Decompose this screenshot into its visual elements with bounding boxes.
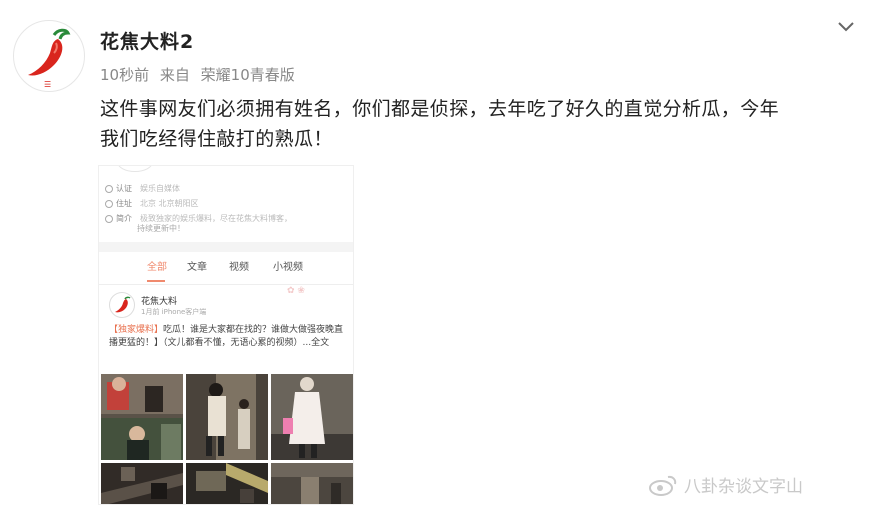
weibo-logo-icon xyxy=(648,474,678,501)
verify-icon xyxy=(105,184,113,193)
profile-avatar-edge xyxy=(117,166,153,172)
post-source[interactable]: 荣耀10青春版 xyxy=(201,66,295,84)
info-icon xyxy=(105,214,113,223)
tab-all[interactable]: 全部 xyxy=(147,258,167,273)
tab-videos[interactable]: 视频 xyxy=(229,258,249,273)
tab-short-videos[interactable]: 小视频 xyxy=(273,258,303,273)
info-row-address: 住址 北京 北京朝阳区 xyxy=(105,198,199,209)
chili-logo-icon: ☰ xyxy=(28,28,71,89)
intro-line-2: 持续更新中！ xyxy=(137,224,185,233)
author-name[interactable]: 花焦大料2 xyxy=(100,27,194,54)
chili-logo-icon xyxy=(115,296,131,313)
post-meta: 10秒前 来自 荣耀10青春版 xyxy=(100,64,295,85)
mini-meta: 1月前 iPhone客户端 xyxy=(141,308,207,316)
post-text-line-1: 这件事网友们必须拥有姓名，你们都是侦探，去年吃了好久的直觉分析瓜，今年 xyxy=(100,98,780,120)
mini-author: 花焦大料 xyxy=(141,297,178,307)
mini-avatar xyxy=(109,292,135,318)
profile-tabs: 全部 文章 视频 小视频 xyxy=(99,258,353,278)
chevron-down-icon[interactable] xyxy=(834,16,858,36)
active-tab-indicator xyxy=(147,280,165,282)
photo-4[interactable] xyxy=(101,463,183,504)
photo-6[interactable] xyxy=(271,463,353,504)
post-text: 这件事网友们必须拥有姓名，你们都是侦探，去年吃了好久的直觉分析瓜，今年 我们吃经… xyxy=(100,94,860,154)
photo-grid xyxy=(101,374,353,504)
info-row-intro: 简介 极致独家的娱乐爆料，尽在花焦大料博客， xyxy=(105,213,292,224)
tab-articles[interactable]: 文章 xyxy=(187,258,207,273)
source-prefix: 来自 xyxy=(159,66,190,84)
photo-2[interactable] xyxy=(186,374,268,460)
weibo-post: ☰ 花焦大料2 10秒前 来自 荣耀10青春版 这件事网友们必须拥有姓名，你们都… xyxy=(0,0,880,508)
author-avatar[interactable]: ☰ xyxy=(13,20,85,92)
post-text-line-2: 我们吃经得住敲打的熟瓜！ xyxy=(100,128,333,150)
post-time: 10秒前 xyxy=(100,66,150,84)
photo-3[interactable] xyxy=(271,374,353,460)
decoration-icon: ✿ ❀ xyxy=(287,286,305,296)
photo-5[interactable] xyxy=(186,463,268,504)
svg-text:☰: ☰ xyxy=(44,80,51,89)
watermark-text: 八卦杂谈文字山 xyxy=(684,477,803,497)
info-row-verify: 认证 娱乐自媒体 xyxy=(105,183,180,194)
photo-1[interactable] xyxy=(101,374,183,460)
mini-post-text: 【独家爆料】吃瓜！谁是大家都在找的？谁做大做强夜晚直播更猛的！】（文儿都看不懂，… xyxy=(109,325,344,348)
embedded-screenshot[interactable]: 认证 娱乐自媒体 住址 北京 北京朝阳区 简介 极致独家的娱乐爆料，尽在花焦大料博客，… xyxy=(98,165,354,505)
section-divider xyxy=(99,242,353,252)
watermark: 八卦杂谈文字山 xyxy=(648,472,803,501)
location-icon xyxy=(105,199,113,208)
tab-separator xyxy=(99,284,353,285)
